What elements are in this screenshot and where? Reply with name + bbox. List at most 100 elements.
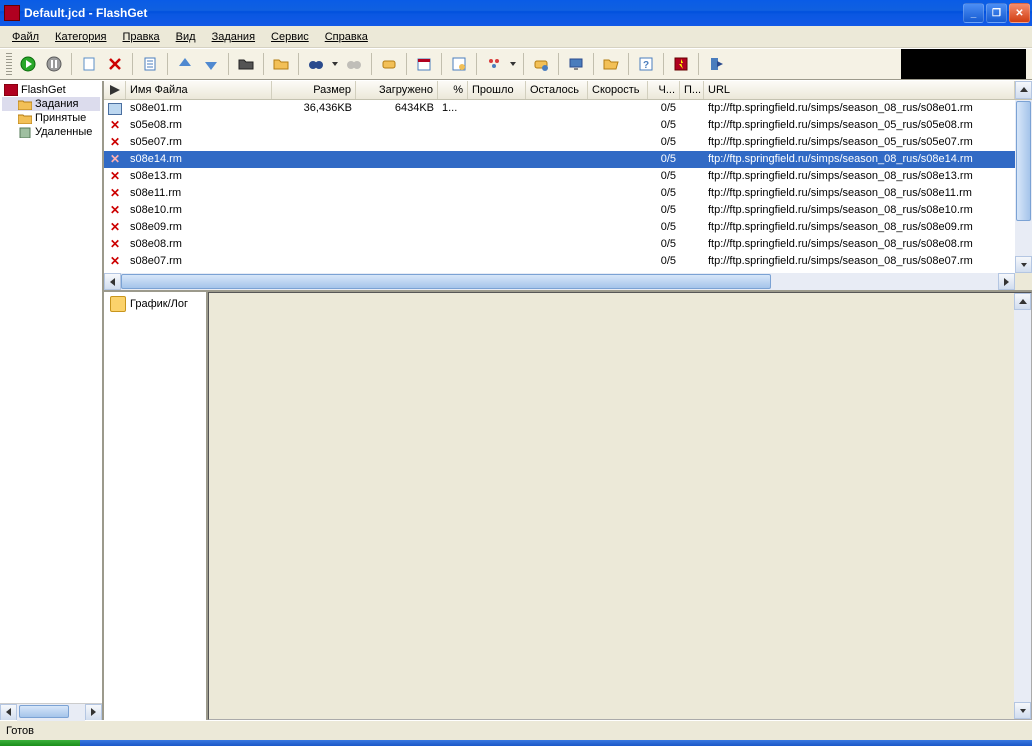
tab-graph-log[interactable]: График/Лог [104,292,206,316]
col-status[interactable] [104,81,126,99]
download-row[interactable]: ✕s08e14.rm0/5ftp://ftp.springfield.ru/si… [104,151,1015,168]
move-down-button[interactable] [199,52,223,76]
dial-button[interactable] [377,52,401,76]
exit-icon [708,56,724,72]
hscroll-thumb[interactable] [121,274,771,289]
cell-percent [438,185,468,202]
pause-button[interactable] [42,52,66,76]
find-dropdown[interactable] [330,62,340,66]
download-row[interactable]: ✕s08e08.rm0/5ftp://ftp.springfield.ru/si… [104,236,1015,253]
download-row[interactable]: ✕s08e13.rm0/5ftp://ftp.springfield.ru/si… [104,168,1015,185]
scroll-up-button[interactable] [1015,81,1032,99]
list-vscrollbar[interactable] [1015,100,1032,273]
cell-elapsed [468,219,526,236]
download-row[interactable]: ✕s05e07.rm0/5ftp://ftp.springfield.ru/si… [104,134,1015,151]
cell-loaded [356,168,438,185]
tree-tasks[interactable]: Задания [2,97,100,111]
cell-size [272,168,356,185]
download-row[interactable]: ✕s08e11.rm0/5ftp://ftp.springfield.ru/si… [104,185,1015,202]
col-elapsed[interactable]: Прошло [468,81,526,99]
open-category-button[interactable] [599,52,623,76]
cell-url: ftp://ftp.springfield.ru/simps/season_08… [704,253,1015,270]
col-parts[interactable]: Ч... [648,81,680,99]
cell-name: s08e08.rm [126,236,272,253]
log-vscrollbar[interactable] [1014,293,1031,719]
cell-size [272,151,356,168]
cell-priority [680,151,704,168]
schedule-button[interactable] [412,52,436,76]
traffic-button[interactable] [482,52,506,76]
cell-left [526,134,588,151]
menubar: Файл Категория Правка Вид Задания Сервис… [0,26,1032,48]
download-row[interactable]: ✕s08e07.rm0/5ftp://ftp.springfield.ru/si… [104,253,1015,270]
sidebar-hscrollbar[interactable] [0,703,102,720]
traffic-dropdown[interactable] [508,62,518,66]
download-row[interactable]: ✕s08e09.rm0/5ftp://ftp.springfield.ru/si… [104,219,1015,236]
cell-left [526,202,588,219]
menu-service[interactable]: Сервис [265,29,315,45]
hscroll-left-button[interactable] [104,273,121,290]
cell-left [526,151,588,168]
delete-button[interactable] [103,52,127,76]
close-button[interactable]: ✕ [1009,3,1030,23]
scroll-right-button[interactable] [85,704,102,721]
tree-deleted[interactable]: Удаленные [2,125,100,139]
category-button[interactable] [269,52,293,76]
col-size[interactable]: Размер [272,81,356,99]
download-row[interactable]: s08e01.rm36,436KB6434KB1...0/5ftp://ftp.… [104,100,1015,117]
new-button[interactable] [77,52,101,76]
minimize-button[interactable]: _ [963,3,984,23]
list-hscrollbar[interactable] [104,273,1032,290]
help-button[interactable]: ? [634,52,658,76]
menu-help[interactable]: Справка [319,29,374,45]
scroll-down-button[interactable] [1015,256,1032,273]
col-priority[interactable]: П... [680,81,704,99]
banner-area [901,49,1026,79]
col-speed[interactable]: Скорость [588,81,648,99]
flashget-button[interactable] [669,52,693,76]
flashget-root-icon [4,84,18,96]
maximize-button[interactable]: ❐ [986,3,1007,23]
exit-button[interactable] [704,52,728,76]
scroll-left-button[interactable] [0,704,17,721]
disconnect-button[interactable] [529,52,553,76]
binoculars-icon [308,56,324,72]
cell-size [272,219,356,236]
col-name[interactable]: Имя Файла [126,81,272,99]
vscroll-thumb[interactable] [1016,101,1031,221]
log-scroll-up[interactable] [1014,293,1031,310]
col-left[interactable]: Осталось [526,81,588,99]
tree-deleted-label: Удаленные [35,126,92,138]
menu-file[interactable]: Файл [6,29,45,45]
cell-size [272,202,356,219]
download-row[interactable]: ✕s05e08.rm0/5ftp://ftp.springfield.ru/si… [104,117,1015,134]
open-folder-button[interactable] [234,52,258,76]
log-scroll-down[interactable] [1014,702,1031,719]
menu-tasks[interactable]: Задания [206,29,261,45]
tree-received[interactable]: Принятые [2,111,100,125]
toolbar-handle[interactable] [6,53,12,75]
hscroll-right-button[interactable] [998,273,1015,290]
menu-edit[interactable]: Правка [116,29,165,45]
move-up-button[interactable] [173,52,197,76]
properties-button[interactable] [138,52,162,76]
start-button[interactable] [16,52,40,76]
menu-view[interactable]: Вид [170,29,202,45]
explorer-icon [451,56,467,72]
shutdown-button[interactable] [564,52,588,76]
cell-priority [680,253,704,270]
cell-parts: 0/5 [648,185,680,202]
cell-percent [438,219,468,236]
cell-url: ftp://ftp.springfield.ru/simps/season_08… [704,185,1015,202]
col-url[interactable]: URL [704,81,1015,99]
col-percent[interactable]: % [438,81,468,99]
tree-root[interactable]: FlashGet [2,83,100,97]
find-next-button[interactable] [342,52,366,76]
find-button[interactable] [304,52,328,76]
download-row[interactable]: ✕s08e10.rm0/5ftp://ftp.springfield.ru/si… [104,202,1015,219]
cell-percent [438,168,468,185]
scroll-thumb[interactable] [19,705,69,718]
col-loaded[interactable]: Загружено [356,81,438,99]
menu-category[interactable]: Категория [49,29,112,45]
site-explorer-button[interactable] [447,52,471,76]
